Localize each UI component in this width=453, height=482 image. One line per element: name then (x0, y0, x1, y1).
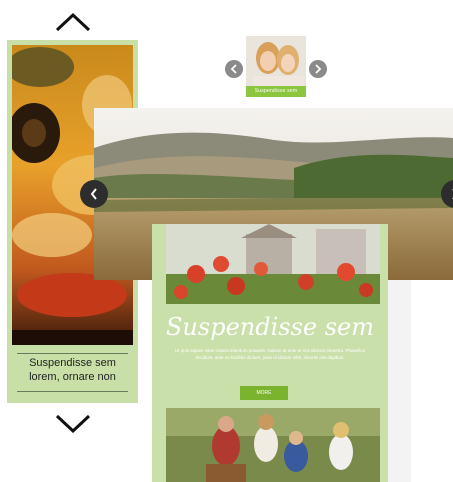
card-side-shadow (388, 280, 411, 482)
newsletter-card: Suspendisse sem Ut quis sapien vitae mas… (152, 224, 411, 482)
thumb-next-button[interactable] (309, 60, 327, 78)
more-button[interactable]: MORE (240, 386, 288, 400)
scroll-down-button[interactable] (53, 410, 93, 436)
caption-line-2: lorem, ornare non (29, 371, 116, 383)
thumbnail-slide[interactable]: Suspendisse sem (244, 36, 308, 100)
caption-line-1: Suspendisse sem (29, 357, 116, 369)
thumbnail-tag: Suspendisse sem (246, 86, 306, 97)
chevron-right-icon (315, 64, 322, 74)
slide-prev-button[interactable] (80, 180, 108, 208)
chevron-left-icon (230, 64, 237, 74)
thumb-prev-button[interactable] (225, 60, 243, 78)
girls-photo (246, 36, 306, 86)
poppies-photo (166, 224, 380, 304)
chevron-up-icon (55, 12, 91, 32)
scroll-up-button[interactable] (53, 9, 93, 35)
newsletter-title: Suspendisse sem (165, 313, 375, 341)
chevron-down-icon (55, 414, 91, 433)
family-picnic-photo (166, 408, 380, 482)
slide-caption: Suspendisse sem lorem, ornare non (13, 356, 132, 384)
chevron-left-icon (90, 188, 97, 200)
newsletter-body: Ut quis sapien vitae massa interdum posu… (174, 348, 366, 360)
